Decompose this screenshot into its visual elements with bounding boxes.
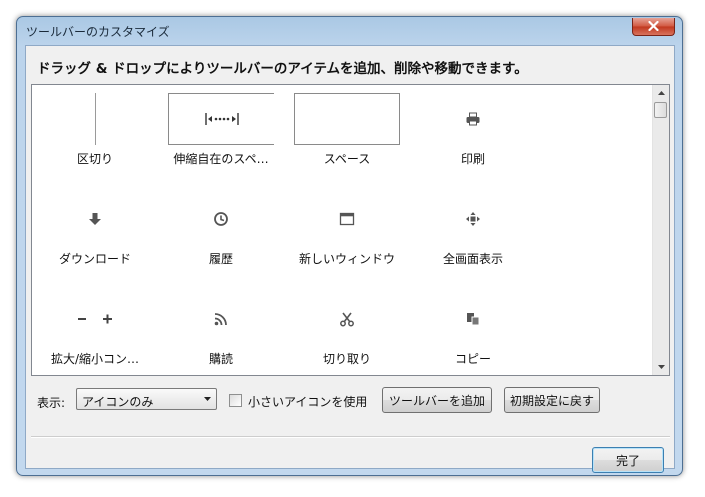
item-label: ダウンロード xyxy=(58,252,131,266)
show-mode-value: アイコンのみ xyxy=(82,395,154,409)
palette-item-flexible-space[interactable]: 伸縮自在のスペ… xyxy=(158,85,284,175)
dialog-body: ドラッグ & ドロップによりツールバーのアイテムを追加、削除や移動できます。 区… xyxy=(25,45,675,473)
palette-item-zoom-controls[interactable]: 拡大/縮小コン… xyxy=(32,285,158,375)
item-label: 全画面表示 xyxy=(442,252,503,266)
small-icons-checkbox[interactable] xyxy=(229,394,242,407)
done-button[interactable]: 完了 xyxy=(592,447,664,473)
arrow-up-icon xyxy=(657,91,665,95)
printer-icon xyxy=(466,112,480,126)
item-label: 履歴 xyxy=(208,252,233,266)
palette-item-separator[interactable]: 区切り xyxy=(32,85,158,175)
new-window-icon xyxy=(339,212,355,226)
scroll-down-button[interactable] xyxy=(653,359,669,375)
cut-icon xyxy=(340,312,354,327)
copy-icon xyxy=(467,313,480,326)
palette-item-downloads[interactable]: ダウンロード xyxy=(32,185,158,275)
space-box xyxy=(294,93,400,145)
add-toolbar-button[interactable]: ツールバーを追加 xyxy=(382,387,492,413)
show-label: 表示: xyxy=(37,396,66,410)
footer-divider xyxy=(31,436,670,438)
palette-item-copy[interactable]: コピー xyxy=(410,285,536,375)
space-preview xyxy=(284,93,410,145)
palette-item-cut[interactable]: 切り取り xyxy=(284,285,410,375)
options-row: 表示: アイコンのみ 小さいアイコンを使用 ツールバーを追加 初期設定に戻す xyxy=(26,384,674,416)
customize-toolbar-dialog: ツールバーのカスタマイズ ドラッグ & ドロップによりツールバーのアイテムを追加… xyxy=(16,16,683,476)
item-label: 区切り xyxy=(76,152,113,166)
show-mode-select[interactable]: アイコンのみ xyxy=(76,388,217,410)
toolbar-item-palette: 区切り 伸縮自在のスペ… スペース 印刷 ダウンロード 履歴 新しいウィンドウ … xyxy=(31,84,670,376)
restore-default-button[interactable]: 初期設定に戻す xyxy=(504,387,600,413)
feed-icon xyxy=(214,313,227,326)
close-button[interactable] xyxy=(632,18,675,36)
title-bar[interactable]: ツールバーのカスタマイズ xyxy=(17,17,682,45)
palette-item-new-window[interactable]: 新しいウィンドウ xyxy=(284,185,410,275)
item-label: 切り取り xyxy=(322,352,371,366)
chevron-down-icon xyxy=(204,397,211,401)
scroll-up-button[interactable] xyxy=(653,85,669,101)
scroll-thumb[interactable] xyxy=(654,102,667,118)
item-label: 印刷 xyxy=(460,152,485,166)
zoom-controls-icon xyxy=(78,314,112,324)
item-label: コピー xyxy=(454,352,491,366)
palette-scrollbar[interactable] xyxy=(652,85,669,375)
close-icon xyxy=(648,21,659,31)
item-label: 伸縮自在のスペ… xyxy=(173,152,269,166)
small-icons-label[interactable]: 小さいアイコンを使用 xyxy=(248,393,367,410)
palette-item-feed[interactable]: 購読 xyxy=(158,285,284,375)
flexible-space-box xyxy=(168,93,274,145)
separator-line xyxy=(94,93,96,145)
window-title: ツールバーのカスタマイズ xyxy=(26,25,170,39)
palette-item-print[interactable]: 印刷 xyxy=(410,85,536,175)
download-icon xyxy=(89,213,101,225)
item-label: 購読 xyxy=(208,352,233,366)
separator-preview xyxy=(32,93,158,145)
instruction-text: ドラッグ & ドロップによりツールバーのアイテムを追加、削除や移動できます。 xyxy=(37,61,528,77)
flexible-space-icon xyxy=(204,113,239,125)
item-label: 拡大/縮小コン… xyxy=(50,352,140,366)
item-label: 新しいウィンドウ xyxy=(298,252,395,266)
palette-item-fullscreen[interactable]: 全画面表示 xyxy=(410,185,536,275)
palette-item-history[interactable]: 履歴 xyxy=(158,185,284,275)
fullscreen-icon xyxy=(466,212,480,226)
flexible-space-preview xyxy=(158,93,284,145)
item-label: スペース xyxy=(323,152,371,166)
arrow-down-icon xyxy=(657,365,665,369)
palette-item-space[interactable]: スペース xyxy=(284,85,410,175)
history-icon xyxy=(214,212,228,226)
